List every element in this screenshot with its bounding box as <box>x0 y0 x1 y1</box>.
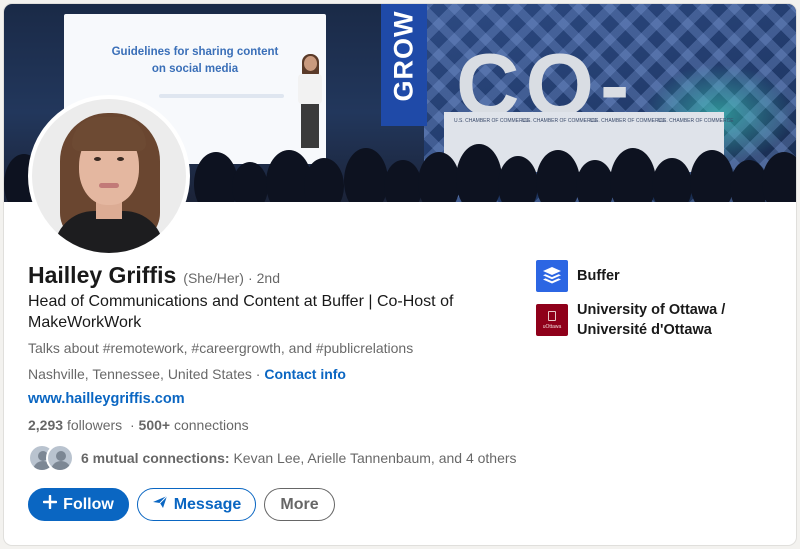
uottawa-logo-icon: uOttawa <box>536 304 568 336</box>
crowd-silhouette <box>344 148 388 202</box>
profile-name: Hailley Griffis <box>28 262 177 288</box>
degree-separator: · <box>247 270 253 286</box>
education-school[interactable]: uOttawa University of Ottawa / Universit… <box>536 300 747 340</box>
connection-degree: · 2nd <box>248 270 280 286</box>
banner-stage-label: U.S. CHAMBER OF COMMERCE <box>590 118 666 124</box>
mutual-names: Kevan Lee, Arielle Tannenbaum, and 4 oth… <box>233 450 517 466</box>
banner-speaker <box>292 54 328 148</box>
profile-card: Guidelines for sharing content on social… <box>4 4 796 545</box>
mutual-count: 6 mutual connections: <box>81 450 230 466</box>
profile-actions: Follow Message More <box>28 488 335 521</box>
message-label: Message <box>173 495 242 513</box>
connections-label[interactable]: connections <box>174 417 249 433</box>
crowd-silhouette <box>304 158 344 202</box>
profile-pronouns: (She/Her) <box>183 270 244 286</box>
connections-count[interactable]: 500+ <box>139 417 171 433</box>
school-name: University of Ottawa / Université d'Otta… <box>577 302 726 338</box>
mutual-avatars <box>28 444 74 472</box>
plus-icon <box>42 494 58 514</box>
uottawa-logo-text: uOttawa <box>542 324 562 330</box>
banner-screen-subtitle-line <box>159 94 284 98</box>
profile-headline: Head of Communications and Content at Bu… <box>28 293 454 331</box>
more-button[interactable]: More <box>264 488 335 521</box>
mutual-connections[interactable]: 6 mutual connections: Kevan Lee, Arielle… <box>28 444 517 472</box>
contact-info-link[interactable]: Contact info <box>264 366 346 382</box>
degree-value: 2nd <box>256 270 280 286</box>
profile-photo <box>32 99 186 253</box>
crowd-silhouette <box>384 160 422 202</box>
current-company[interactable]: Buffer <box>536 260 620 292</box>
message-button[interactable]: Message <box>137 488 256 521</box>
stats-row: 2,293 followers · 500+ connections <box>28 417 249 433</box>
banner-grow-text: GROW <box>389 11 420 102</box>
banner-stage-label: U.S. CHAMBER OF COMMERCE <box>454 118 530 124</box>
location-separator: · <box>255 366 261 382</box>
website-link[interactable]: www.hailleygriffis.com <box>28 391 185 407</box>
crowd-silhouette <box>232 162 268 202</box>
followers-count: 2,293 <box>28 417 64 433</box>
company-name: Buffer <box>577 268 620 284</box>
profile-location: Nashville, Tennessee, United States <box>28 366 252 382</box>
location-row: Nashville, Tennessee, United States · Co… <box>28 366 346 382</box>
buffer-logo-icon <box>536 260 568 292</box>
follow-label: Follow <box>63 495 114 513</box>
banner-screen-title: Guidelines for sharing content on social… <box>111 46 279 75</box>
followers-label: followers <box>66 417 123 433</box>
stats-separator: · <box>129 417 135 433</box>
banner-stage-label: U.S. CHAMBER OF COMMERCE <box>522 118 598 124</box>
more-label: More <box>280 495 319 513</box>
name-row: Hailley Griffis (She/Her) · 2nd <box>28 262 280 289</box>
follow-button[interactable]: Follow <box>28 488 129 521</box>
mutual-avatar <box>46 444 74 472</box>
send-icon <box>152 495 168 514</box>
talks-about: Talks about #remotework, #careergrowth, … <box>28 340 414 356</box>
mutual-connections-text: 6 mutual connections: Kevan Lee, Arielle… <box>81 450 517 466</box>
banner-stage-label: U.S. CHAMBER OF COMMERCE <box>658 118 734 124</box>
profile-avatar[interactable] <box>28 95 190 257</box>
